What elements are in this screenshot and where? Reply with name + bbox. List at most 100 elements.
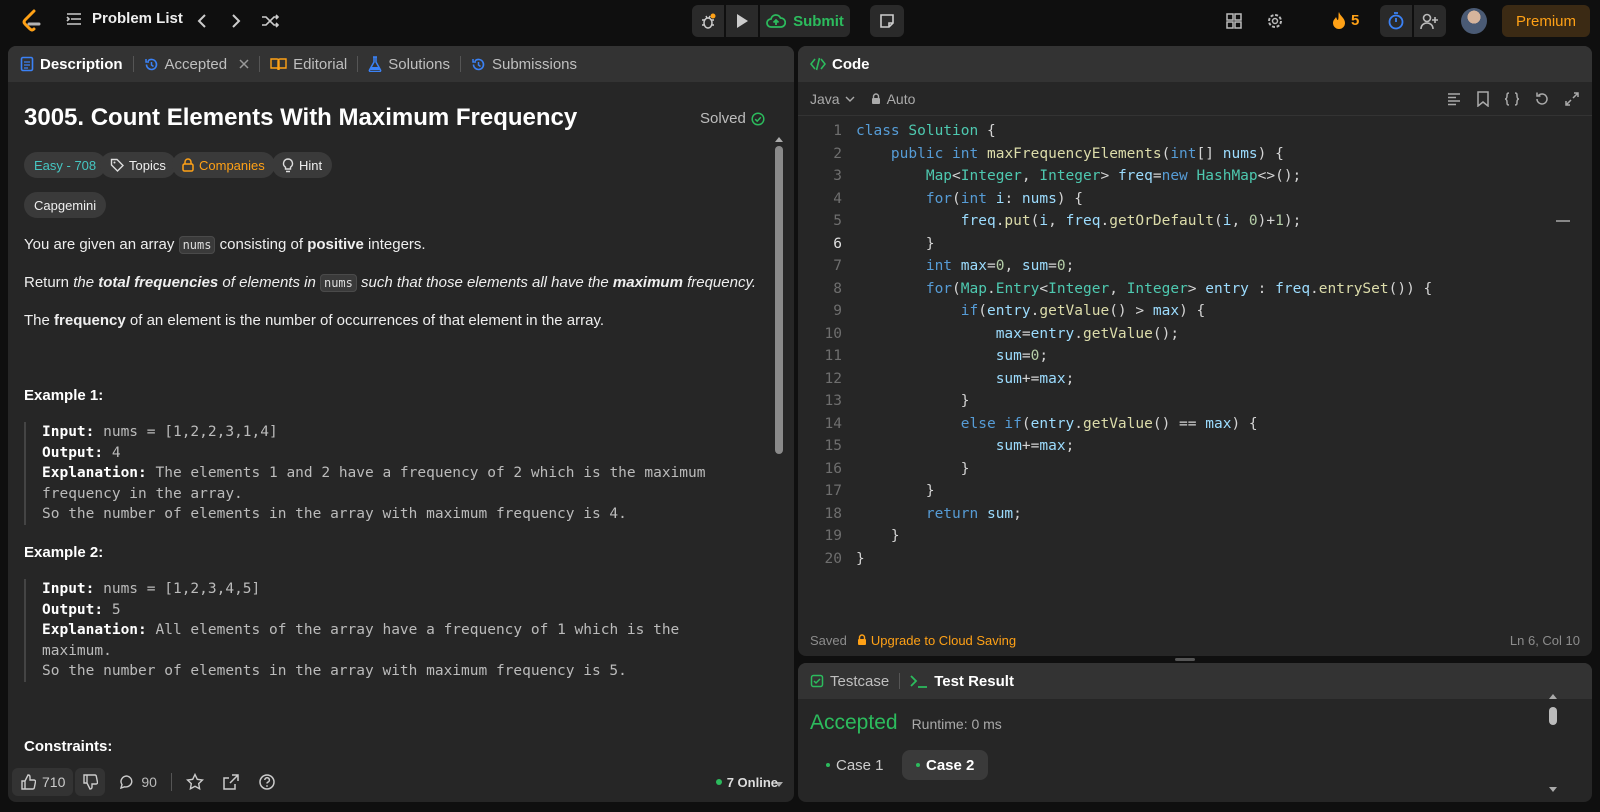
dislike-button[interactable] bbox=[75, 768, 106, 796]
tab-testcase-label: Testcase bbox=[830, 672, 890, 690]
editor-actions bbox=[1446, 90, 1580, 107]
tab-description-label: Description bbox=[40, 55, 123, 73]
tab-submissions[interactable]: Submissions bbox=[461, 46, 587, 82]
help-icon[interactable] bbox=[258, 773, 276, 791]
like-button[interactable]: 710 bbox=[12, 768, 74, 796]
code-line: Map<Integer, Integer> freq=new HashMap<>… bbox=[925, 168, 1302, 184]
submit-button[interactable]: Submit bbox=[760, 5, 850, 37]
code-panel-header: Code bbox=[798, 46, 1592, 82]
bookmark-icon[interactable] bbox=[1476, 90, 1490, 107]
leetcode-logo-icon[interactable] bbox=[18, 8, 44, 34]
line-number: 13 bbox=[824, 393, 842, 409]
result-scrollbar[interactable] bbox=[1548, 693, 1558, 793]
thumbs-up-icon bbox=[21, 774, 36, 790]
tab-description[interactable]: Description bbox=[8, 46, 133, 82]
tab-accepted[interactable]: Accepted bbox=[134, 46, 260, 82]
close-tab-icon[interactable] bbox=[239, 59, 249, 69]
star-icon[interactable] bbox=[185, 773, 204, 791]
test-tabs: Testcase Test Result bbox=[798, 663, 1592, 699]
reset-icon[interactable] bbox=[1534, 91, 1550, 107]
chevron-down-icon bbox=[845, 96, 855, 102]
footer-divider bbox=[170, 773, 172, 791]
line-number: 2 bbox=[833, 145, 842, 162]
editor-status-bar: Saved Upgrade to Cloud Saving Ln 6, Col … bbox=[798, 624, 1592, 656]
layout-grid-icon[interactable] bbox=[1224, 11, 1244, 31]
premium-button[interactable]: Premium bbox=[1502, 5, 1590, 37]
language-select[interactable]: Java bbox=[810, 91, 855, 107]
code-line: } bbox=[856, 393, 970, 409]
description-scrollbar[interactable] bbox=[774, 134, 784, 794]
tab-solutions-label: Solutions bbox=[388, 55, 450, 73]
companies-chip[interactable]: Companies bbox=[172, 152, 275, 178]
avatar[interactable] bbox=[1461, 8, 1487, 34]
line-number: 11 bbox=[824, 348, 842, 364]
format-icon[interactable] bbox=[1446, 91, 1462, 107]
auto-mode-toggle[interactable]: Auto bbox=[871, 90, 916, 107]
line-number: 17 bbox=[824, 483, 842, 499]
case-2-button[interactable]: Case 2 bbox=[902, 750, 989, 780]
code-line: max=entry.getValue(); bbox=[995, 325, 1180, 342]
tab-test-result-label: Test Result bbox=[934, 672, 1014, 690]
curly-braces-icon[interactable] bbox=[1504, 91, 1520, 107]
pass-dot-icon bbox=[916, 763, 920, 767]
problem-list-button[interactable]: Problem List bbox=[66, 10, 183, 27]
invite-button[interactable] bbox=[1414, 5, 1446, 37]
tab-editorial[interactable]: Editorial bbox=[260, 46, 357, 82]
add-user-icon bbox=[1420, 13, 1438, 30]
tab-testcase[interactable]: Testcase bbox=[798, 663, 899, 699]
code-line: int max=0, sum=0; bbox=[925, 258, 1075, 274]
share-icon[interactable] bbox=[222, 773, 240, 791]
comments-button[interactable]: 90 bbox=[119, 774, 157, 790]
example-1-block: Input: nums = [1,2,2,3,1,4] Output: 4 Ex… bbox=[24, 422, 705, 525]
pass-dot-icon bbox=[826, 763, 830, 767]
company-tag[interactable]: Capgemini bbox=[24, 192, 107, 218]
next-problem-icon[interactable] bbox=[226, 11, 246, 31]
example-1-title: Example 1: bbox=[24, 387, 104, 404]
streak-counter[interactable]: 5 bbox=[1332, 11, 1359, 29]
line-number: 10 bbox=[824, 325, 842, 342]
comment-count: 90 bbox=[141, 774, 157, 790]
code-line: sum=0; bbox=[995, 348, 1049, 364]
result-status: Accepted bbox=[810, 711, 898, 734]
line-number: 8 bbox=[833, 280, 842, 297]
code-panel-title: Code bbox=[832, 55, 870, 73]
tab-solutions[interactable]: Solutions bbox=[358, 46, 460, 82]
hint-chip[interactable]: Hint bbox=[272, 152, 333, 178]
shuffle-icon[interactable] bbox=[260, 11, 280, 31]
solved-label: Solved bbox=[700, 110, 746, 127]
notes-button[interactable] bbox=[870, 5, 904, 37]
settings-gear-icon[interactable] bbox=[1265, 11, 1285, 31]
timer-button[interactable] bbox=[1380, 5, 1412, 37]
auto-mode-label: Auto bbox=[886, 90, 916, 107]
code-line: for(int i: nums) { bbox=[925, 190, 1084, 207]
description-tabs: Description Accepted Editorial Solutions… bbox=[8, 46, 794, 82]
problem-description: 3005. Count Elements With Maximum Freque… bbox=[8, 82, 778, 762]
tab-test-result[interactable]: Test Result bbox=[900, 663, 1024, 699]
history-icon bbox=[144, 58, 157, 70]
line-number: 1 bbox=[833, 123, 842, 139]
prev-problem-icon[interactable] bbox=[192, 11, 212, 31]
topics-chip[interactable]: Topics bbox=[100, 152, 176, 178]
solved-status: Solved bbox=[700, 110, 765, 127]
fullscreen-icon[interactable] bbox=[1564, 91, 1580, 107]
code-line: } bbox=[856, 550, 865, 567]
result-summary: Accepted Runtime: 0 ms bbox=[810, 711, 1002, 735]
debug-button[interactable] bbox=[692, 5, 724, 37]
constraints-title: Constraints: bbox=[24, 738, 113, 755]
note-icon bbox=[880, 14, 894, 28]
panel-resize-handle[interactable] bbox=[1175, 658, 1195, 661]
editor-toolbar: Java Auto bbox=[798, 82, 1592, 116]
lightbulb-icon bbox=[282, 157, 294, 172]
example-2-block: Input: nums = [1,2,3,4,5] Output: 5 Expl… bbox=[24, 579, 679, 682]
checkbox-icon bbox=[810, 674, 824, 688]
problem-title[interactable]: 3005. Count Elements With Maximum Freque… bbox=[24, 104, 577, 132]
description-paragraph-2: Return the total frequencies of elements… bbox=[24, 274, 757, 292]
streak-count: 5 bbox=[1351, 11, 1360, 29]
case-1-button[interactable]: Case 1 bbox=[812, 750, 898, 780]
run-button[interactable] bbox=[726, 5, 758, 37]
lock-icon bbox=[182, 158, 194, 172]
code-line: } bbox=[856, 235, 935, 252]
tab-submissions-label: Submissions bbox=[491, 55, 578, 73]
upgrade-cloud-link[interactable]: Upgrade to Cloud Saving bbox=[857, 633, 1016, 648]
play-icon bbox=[737, 14, 748, 28]
